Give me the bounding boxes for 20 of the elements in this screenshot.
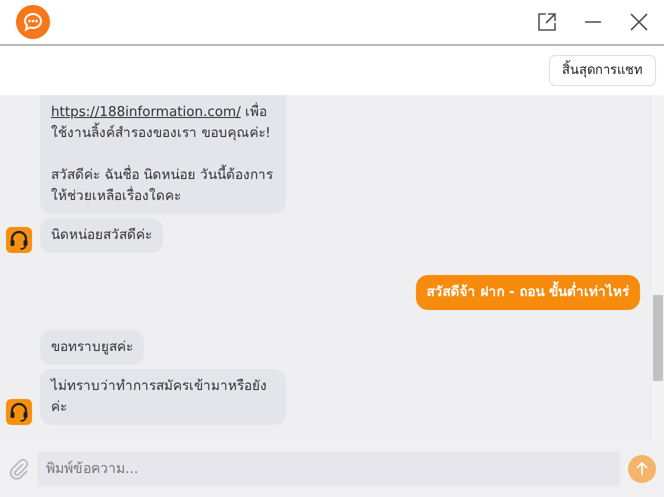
scrollbar-thumb[interactable] — [653, 295, 663, 381]
minimize-icon — [584, 21, 602, 23]
scrollbar[interactable] — [652, 95, 664, 440]
message-text: นิดหน่อยสวัสดีค่ะ — [51, 226, 152, 245]
chat-logo-icon — [16, 5, 50, 39]
close-button[interactable] — [630, 13, 648, 31]
attach-icon[interactable] — [8, 458, 30, 480]
popout-button[interactable] — [538, 13, 556, 31]
message-text: สวัสดีจ้า ฝาก - ถอน ขั้นต่ำเท่าไหร่ — [426, 282, 629, 303]
popout-icon — [538, 13, 556, 31]
arrow-up-icon — [635, 462, 649, 476]
message-text: https://188information.com/ เพื่อใช้งานลิ้งค์สำรองของเรา ขอบคุณค่ะ! — [51, 102, 272, 143]
website-link[interactable]: https://188information.com/ — [51, 104, 241, 120]
end-chat-button[interactable]: สิ้นสุดการแชท — [549, 54, 656, 86]
message-text: สวัสดีค่ะ ฉันชื่อ นิดหน่อย วันนี้ต้องการให้ช่วยเหลือเรื่องใดคะ — [51, 165, 275, 207]
message-text: ไม่ทราบว่าทำการสมัครเข้ามาหรือยังค่ะ — [51, 377, 268, 417]
close-icon — [630, 13, 648, 31]
minimize-button[interactable] — [584, 21, 602, 23]
message-input[interactable]: พิมพ์ข้อความ... — [38, 452, 620, 486]
message-text: ขอทราบยูสค่ะ — [51, 338, 133, 357]
